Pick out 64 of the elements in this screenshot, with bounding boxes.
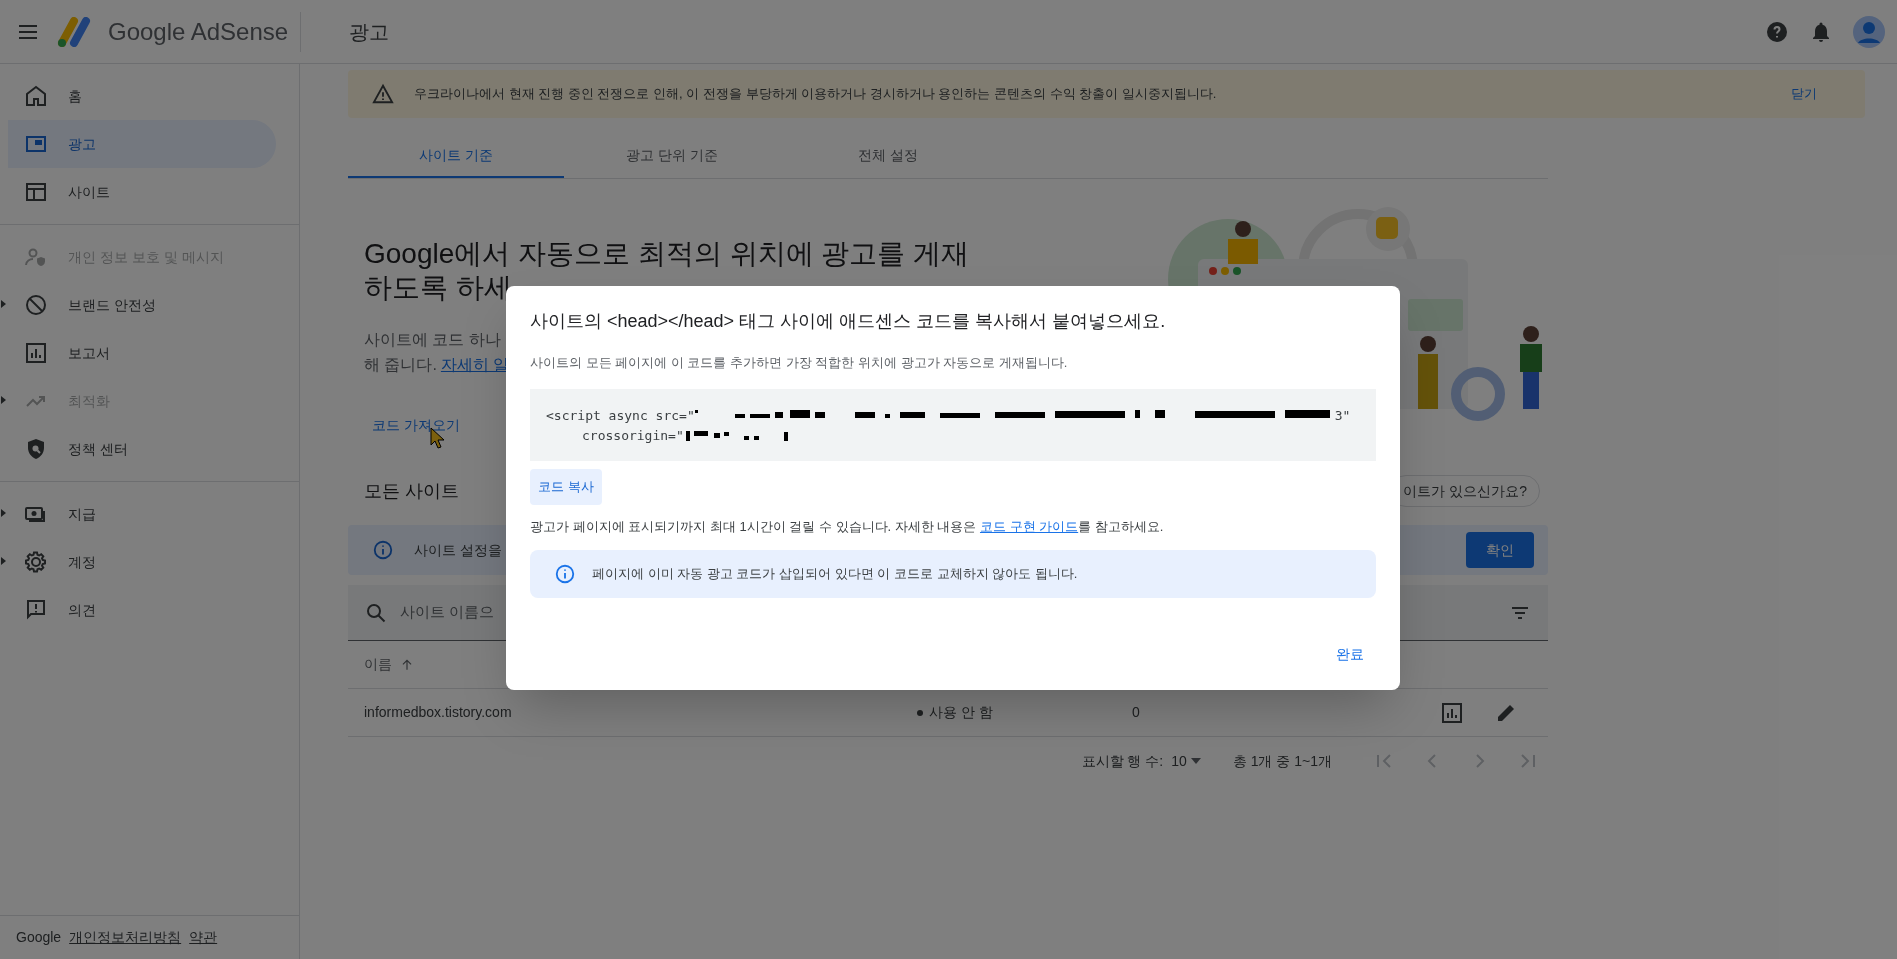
banner-text: 우크라이나에서 현재 진행 중인 전쟁으로 인해, 이 전쟁을 부당하게 이용하거나 경시하거나 용인하는 콘텐츠의 수익 창출이 일시중지됩니다. (414, 85, 1217, 104)
page-title: 광고 (349, 19, 389, 45)
footer-link[interactable]: 약관 (189, 927, 218, 948)
nav-item[interactable]: 지급 (8, 490, 276, 538)
product-name: Google AdSense (108, 16, 289, 47)
code-text: 3" (1334, 406, 1351, 425)
tab[interactable]: 전체 설정 (780, 134, 996, 178)
warning-icon (372, 83, 394, 105)
info-text: 사이트 설정을 (414, 540, 502, 560)
copy-code-button[interactable]: 코드 복사 (530, 468, 602, 505)
tab[interactable]: 사이트 기준 (348, 134, 564, 178)
nav-item[interactable]: 브랜드 안전성 (8, 281, 276, 329)
settings-icon (24, 550, 48, 574)
guide-link[interactable]: 코드 구현 가이드 (979, 518, 1079, 534)
hero-description: 해 줍니다. (364, 355, 437, 375)
nav-item[interactable]: 계정 (8, 538, 276, 586)
footer-brand: Google (16, 928, 62, 947)
nav-item[interactable]: 보고서 (8, 329, 276, 377)
bar-chart-icon[interactable] (1440, 700, 1464, 725)
column-header[interactable]: 이름 (364, 654, 414, 675)
rows-per-page-label: 표시할 행 수: (1081, 751, 1164, 771)
sort-arrow-icon (400, 657, 414, 672)
avatar-icon[interactable] (1853, 15, 1885, 48)
nav-item[interactable]: 홈 (8, 72, 276, 120)
dialog-title: 사이트의 <head></head> 태그 사이에 애드센스 코드를 복사해서 붙여넣으세요. (530, 310, 1167, 333)
done-button[interactable]: 완료 (1324, 636, 1376, 672)
block-icon (24, 293, 48, 317)
confirm-button[interactable]: 확인 (1466, 532, 1534, 568)
help-icon[interactable] (1765, 19, 1789, 44)
nav-item[interactable]: 정책 센터 (8, 425, 276, 473)
section-title: 모든 사이트 (364, 479, 459, 503)
code-text: <script async src=" (546, 406, 695, 425)
hero-description: 사이트에 코드 하나 (364, 330, 502, 350)
search-placeholder: 사이트 이름으 (400, 602, 495, 623)
caret-icon (1190, 758, 1201, 764)
learn-more-link[interactable]: 자세히 알 (440, 352, 510, 377)
logo-icon (56, 16, 92, 47)
nav-item[interactable]: 광고 (8, 120, 276, 168)
dialog-description: 사이트의 모든 페이지에 이 코드를 추가하면 가장 적합한 위치에 광고가 자동으로 게재됩니다. (530, 354, 1069, 372)
expand-caret-icon[interactable] (1, 509, 7, 517)
dismiss-link[interactable]: 닫기 (1791, 84, 1817, 104)
footer-link[interactable]: 개인정보처리방침 (69, 927, 182, 948)
status-dot-icon (917, 709, 923, 716)
nav-item[interactable]: 의견 (8, 586, 276, 634)
page-range: 총 1개 중 1~1개 (1232, 751, 1332, 771)
table-cell-text: 사용 안 함 (929, 703, 993, 722)
feedback-icon (24, 598, 48, 622)
rows-per-page-select[interactable]: 10 (1171, 750, 1201, 772)
hero-heading: Google에서 자동으로 최적의 위치에 광고를 게재 (364, 237, 971, 271)
get-code-button[interactable]: 코드 가져오기 (364, 407, 468, 443)
nav-item[interactable]: 사이트 (8, 168, 276, 216)
tab[interactable]: 광고 단위 기준 (564, 134, 780, 178)
info-icon (372, 539, 394, 561)
expand-caret-icon[interactable] (1, 300, 7, 308)
expand-caret-icon[interactable] (1, 557, 7, 565)
site-icon (24, 180, 48, 204)
dialog-note: 광고가 페이지에 표시되기까지 최대 1시간이 걸릴 수 있습니다. 자세한 내용은 코드 구현 가이드를 참고하세요. (530, 517, 1165, 536)
bar-chart-icon (24, 341, 48, 365)
table-cell-text: 0 (1132, 703, 1140, 722)
code-text: crossorigin=" (582, 426, 684, 445)
home-icon (24, 84, 48, 108)
table-cell-text: informedbox.tistory.com (364, 703, 513, 722)
info-icon (554, 563, 576, 585)
info-text: 페이지에 이미 자동 광고 코드가 삽입되어 있다면 이 코드로 교체하지 않아도 됩니다. (592, 565, 1078, 584)
